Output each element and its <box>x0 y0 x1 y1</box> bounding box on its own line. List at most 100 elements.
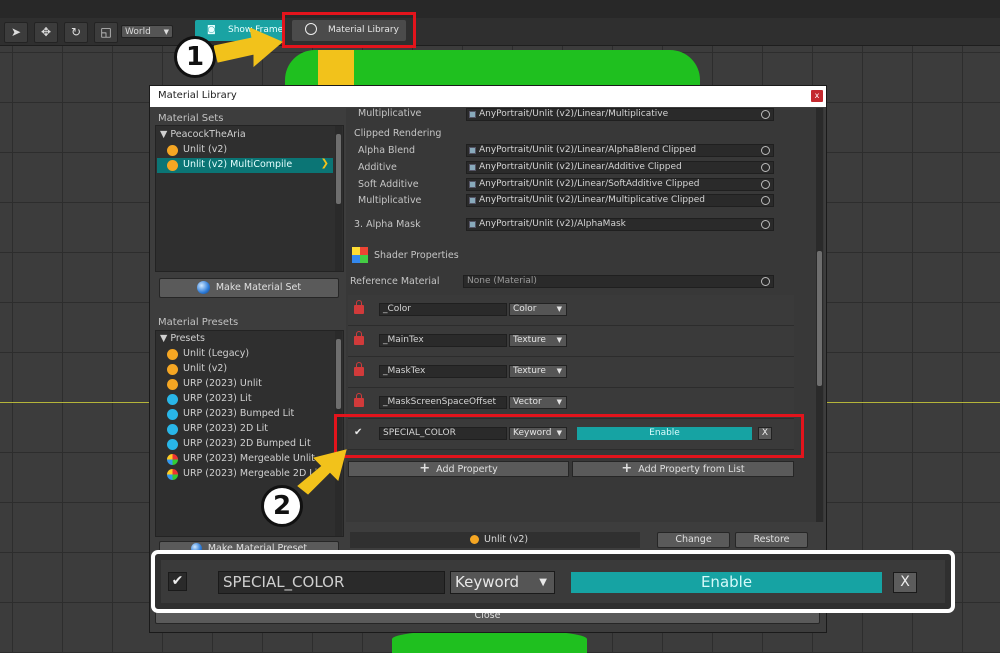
shader-field[interactable]: AnyPortrait/Unlit (v2)/Linear/AlphaBlend… <box>466 144 774 157</box>
unlit-material-icon <box>167 160 178 171</box>
lock-icon[interactable] <box>354 393 364 407</box>
lit-material-icon <box>167 394 178 405</box>
property-type-dropdown[interactable]: Texture ▼ <box>509 365 567 378</box>
object-picker-icon[interactable] <box>761 196 770 205</box>
move-tool-icon[interactable]: ✥ <box>34 22 58 43</box>
shader-properties-icon <box>352 247 368 263</box>
shader-icon <box>469 111 476 118</box>
preset-label: URP (2023) 2D Bumped Lit <box>183 438 311 449</box>
sets-root-item[interactable]: ▼ PeacockTheAria <box>160 129 246 140</box>
highlight-box-material-library <box>282 12 416 48</box>
add-property-button[interactable]: + Add Property <box>348 461 569 477</box>
plus-icon: + <box>621 461 633 476</box>
preset-item[interactable]: URP (2023) Unlit <box>157 377 333 392</box>
material-set-item[interactable]: Unlit (v2) <box>157 143 333 158</box>
preset-item[interactable]: URP (2023) Lit <box>157 392 333 407</box>
presets-root-label: Presets <box>170 333 205 344</box>
material-properties-panel: Multiplicative AnyPortrait/Unlit (v2)/Li… <box>346 108 824 522</box>
make-material-set-button[interactable]: Make Material Set <box>159 278 339 298</box>
zoomed-row-background: ✔ SPECIAL_COLOR Keyword ▼ Enable X <box>161 560 945 603</box>
reference-material-label: Reference Material <box>350 276 440 287</box>
property-type-dropdown[interactable]: Vector ▼ <box>509 396 567 409</box>
lock-icon[interactable] <box>354 331 364 345</box>
select-tool-icon[interactable]: ➤ <box>4 22 28 43</box>
property-type-label: Texture <box>513 335 546 345</box>
add-property-from-list-button[interactable]: + Add Property from List <box>572 461 794 477</box>
restore-button[interactable]: Restore <box>735 532 808 548</box>
unlit-material-icon <box>470 535 479 544</box>
object-picker-icon[interactable] <box>761 180 770 189</box>
shader-field[interactable]: AnyPortrait/Unlit (v2)/Linear/SoftAdditi… <box>466 178 774 191</box>
property-name-field[interactable]: _Color <box>379 303 507 316</box>
shader-field[interactable]: AnyPortrait/Unlit (v2)/Linear/Multiplica… <box>466 194 774 207</box>
scale-tool-icon[interactable]: ◱ <box>94 22 118 43</box>
shader-label: Alpha Blend <box>358 145 416 156</box>
shader-icon <box>469 147 476 154</box>
property-name-field[interactable]: _MainTex <box>379 334 507 347</box>
lit-material-icon <box>167 439 178 450</box>
reference-material-field[interactable]: None (Material) <box>463 275 774 288</box>
remove-property-button-zoom[interactable]: X <box>893 572 917 593</box>
material-sphere-icon <box>196 281 210 294</box>
property-row: _MainTex Texture ▼ <box>348 326 794 357</box>
object-picker-icon[interactable] <box>761 163 770 172</box>
mergeable-material-icon <box>167 469 178 480</box>
property-name-field-zoom[interactable]: SPECIAL_COLOR <box>218 571 445 594</box>
arrow-pointer-icon <box>297 449 347 495</box>
shader-field[interactable]: AnyPortrait/Unlit (v2)/Linear/Multiplica… <box>466 108 774 121</box>
material-set-item-selected[interactable]: Unlit (v2) MultiCompile ❯ <box>157 158 333 173</box>
preset-item[interactable]: Unlit (Legacy) <box>157 347 333 362</box>
properties-scrollbar[interactable] <box>816 108 823 522</box>
shader-icon <box>469 221 476 228</box>
clipped-rendering-header: Clipped Rendering <box>354 128 442 139</box>
change-button[interactable]: Change <box>657 532 730 548</box>
callout-one: 1 <box>174 36 216 78</box>
property-row: _MaskTex Texture ▼ <box>348 357 794 388</box>
preset-item[interactable]: URP (2023) Bumped Lit <box>157 407 333 422</box>
chevron-down-icon: ▼ <box>163 28 169 36</box>
property-type-label: Texture <box>513 366 546 376</box>
add-property-from-list-label: Add Property from List <box>638 464 745 475</box>
reference-material-value: None (Material) <box>467 276 537 286</box>
keyword-enable-toggle-zoom[interactable]: Enable <box>571 572 882 593</box>
shader-value: AnyPortrait/Unlit (v2)/Linear/AlphaBlend… <box>479 145 697 155</box>
property-type-label: Vector <box>513 397 542 407</box>
preset-item[interactable]: URP (2023) 2D Lit <box>157 422 333 437</box>
shader-label: Soft Additive <box>358 179 419 190</box>
shader-value: AnyPortrait/Unlit (v2)/Linear/Additive C… <box>479 162 682 172</box>
property-type-dropdown-zoom[interactable]: Keyword ▼ <box>450 571 555 594</box>
alpha-mask-field[interactable]: AnyPortrait/Unlit (v2)/AlphaMask <box>466 218 774 231</box>
property-name-field[interactable]: _MaskTex <box>379 365 507 378</box>
lock-icon[interactable] <box>354 300 364 314</box>
lit-material-icon <box>167 424 178 435</box>
object-picker-icon[interactable] <box>761 277 770 286</box>
material-sets-list: ▼ PeacockTheAria Unlit (v2) Unlit (v2) M… <box>155 125 344 272</box>
property-name-field[interactable]: _MaskScreenSpaceOffset <box>379 396 507 409</box>
object-picker-icon[interactable] <box>761 220 770 229</box>
property-type-dropdown[interactable]: Color ▼ <box>509 303 567 316</box>
property-row: _Color Color ▼ <box>348 295 794 326</box>
close-icon[interactable]: x <box>811 90 823 102</box>
object-picker-icon[interactable] <box>761 110 770 119</box>
shader-icon <box>469 197 476 204</box>
property-type-label-zoom: Keyword <box>455 573 520 591</box>
current-material-bar: Unlit (v2) <box>350 532 640 548</box>
shader-value: AnyPortrait/Unlit (v2)/Linear/Multiplica… <box>479 109 669 119</box>
plus-icon: + <box>419 461 431 476</box>
world-space-dropdown[interactable]: World ▼ <box>121 25 173 38</box>
rotate-tool-icon[interactable]: ↻ <box>64 22 88 43</box>
highlight-box-special-row <box>334 414 804 458</box>
shader-label: Multiplicative <box>358 195 422 206</box>
object-picker-icon[interactable] <box>761 146 770 155</box>
property-type-dropdown[interactable]: Texture ▼ <box>509 334 567 347</box>
sets-scrollbar[interactable] <box>335 126 342 271</box>
shader-field[interactable]: AnyPortrait/Unlit (v2)/Linear/Additive C… <box>466 161 774 174</box>
shader-label: Additive <box>358 162 397 173</box>
preset-item[interactable]: Unlit (v2) <box>157 362 333 377</box>
unlit-material-icon <box>167 349 178 360</box>
sets-root-label: PeacockTheAria <box>170 129 246 140</box>
current-material-label: Unlit (v2) <box>484 534 529 545</box>
lock-icon[interactable] <box>354 362 364 376</box>
checkbox[interactable]: ✔ <box>168 572 187 591</box>
presets-root-item[interactable]: ▼ Presets <box>160 333 205 344</box>
